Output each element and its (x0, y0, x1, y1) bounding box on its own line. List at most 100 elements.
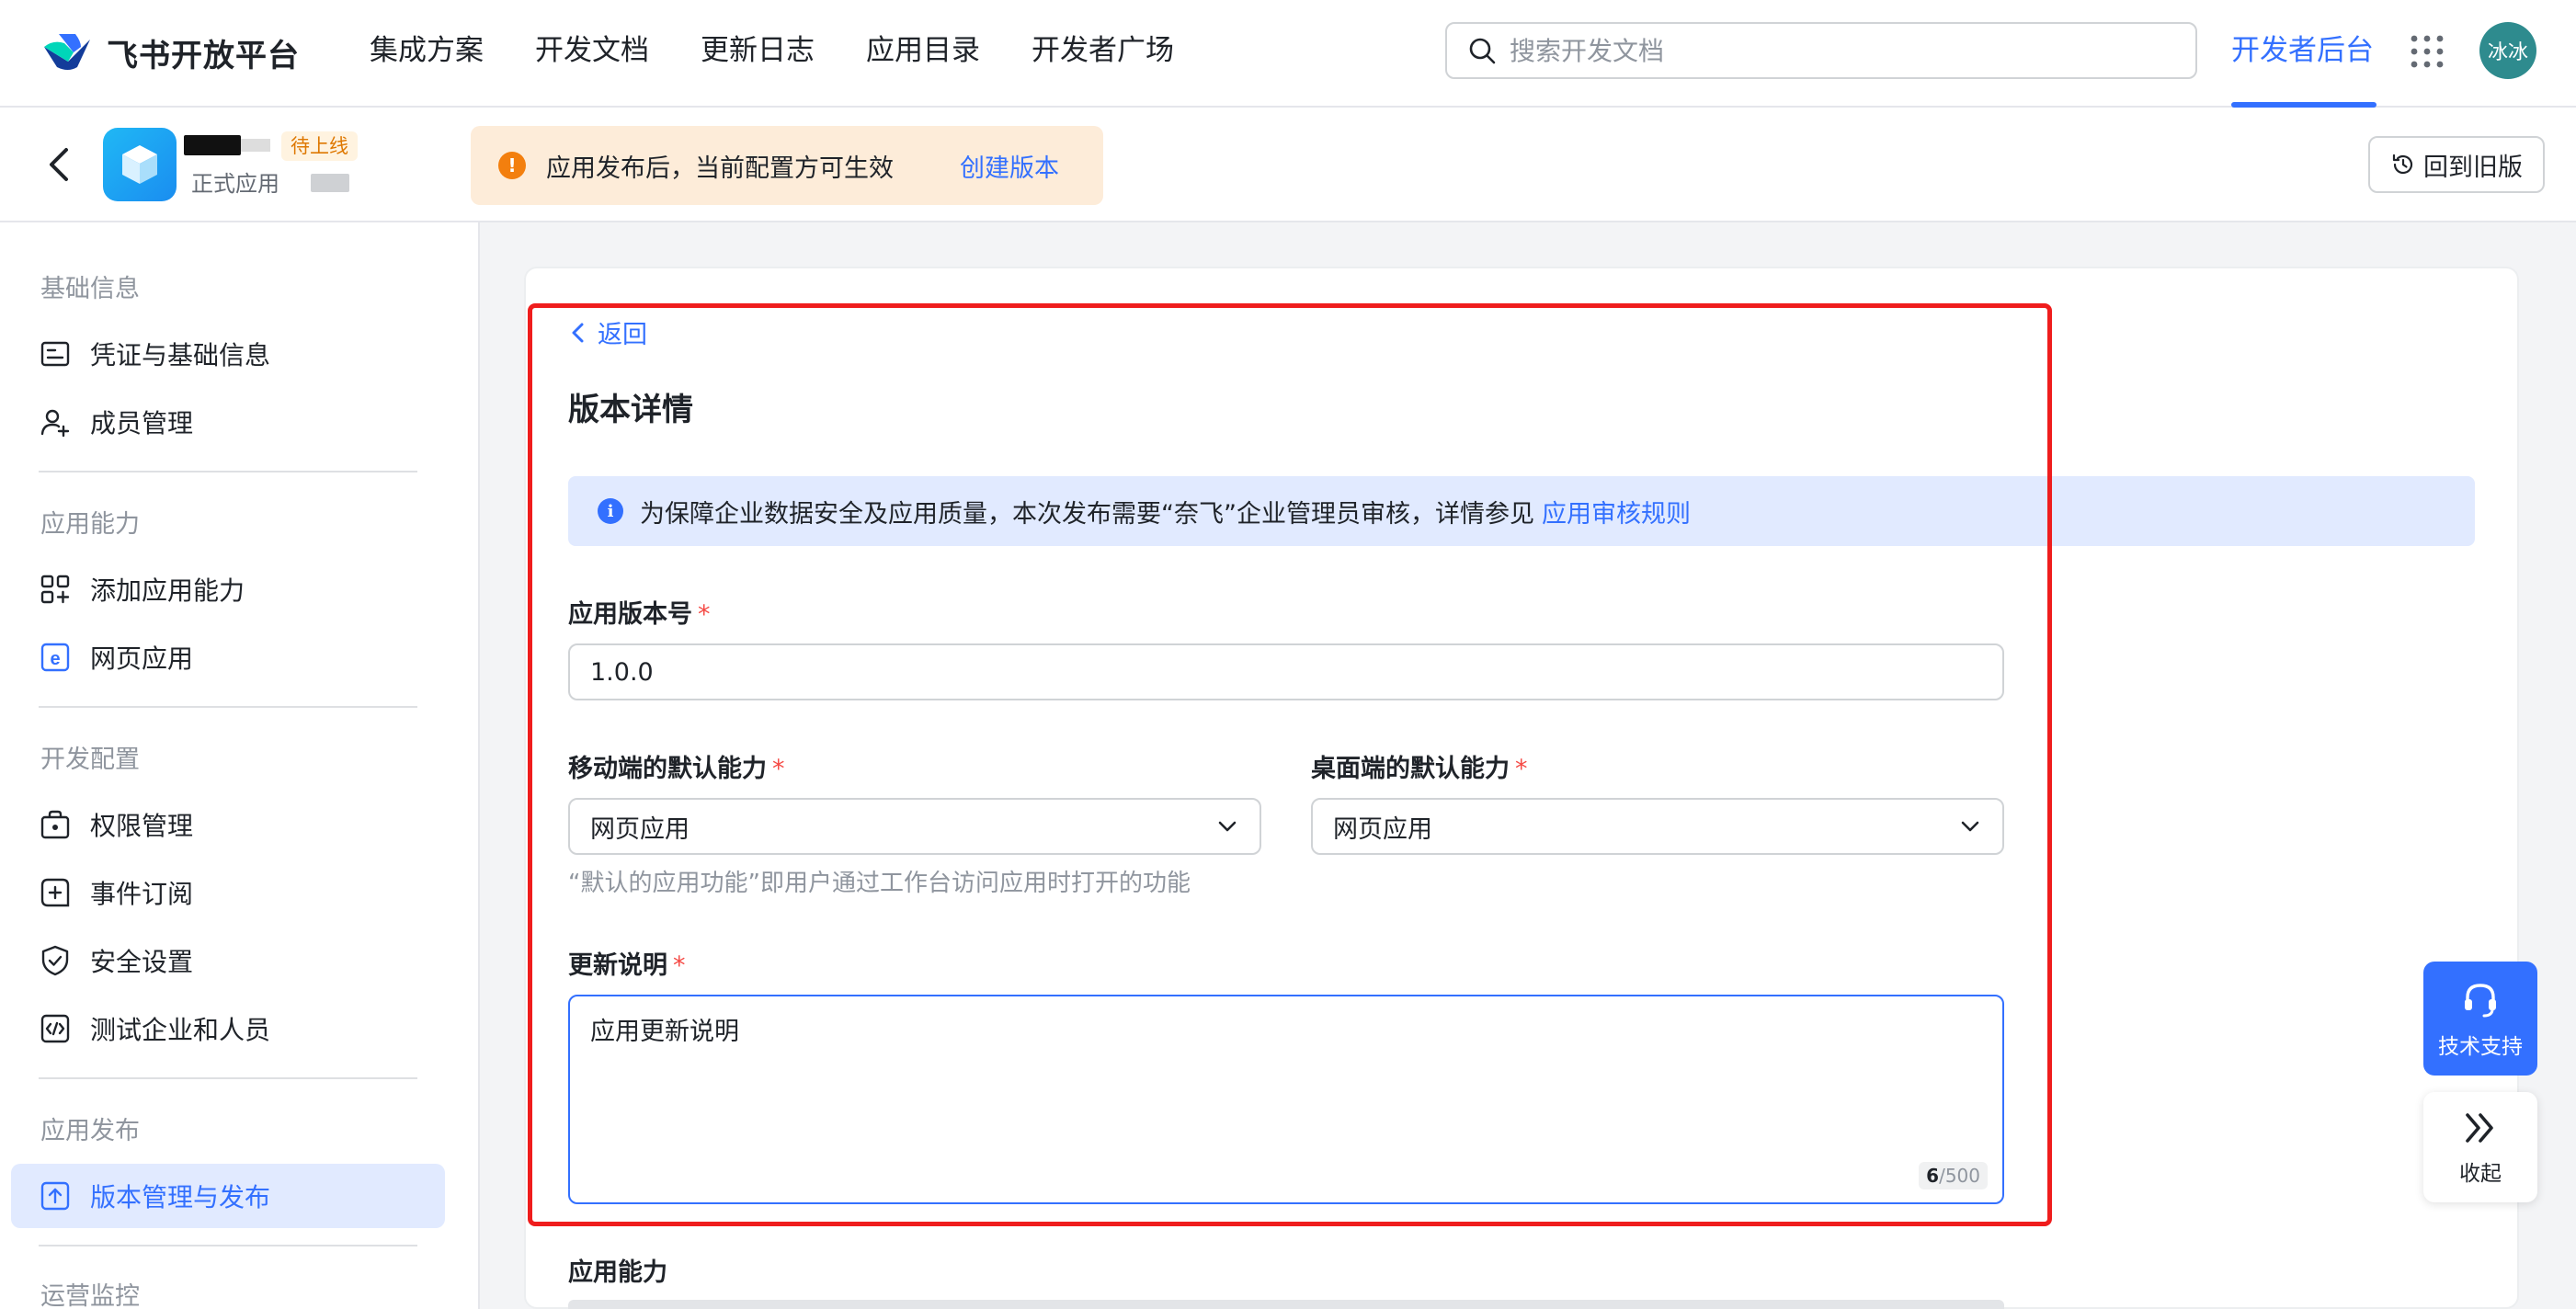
back-chevron-icon[interactable] (42, 144, 74, 185)
publish-notice: ! 应用发布后，当前配置方可生效 创建版本 (471, 126, 1103, 205)
history-icon (2392, 154, 2413, 175)
sidebar-item-version-publish[interactable]: 版本管理与发布 (11, 1164, 445, 1228)
required-mark: * (698, 600, 711, 629)
dev-console-link[interactable]: 开发者后台 (2231, 28, 2374, 74)
sidebar-item-events[interactable]: 事件订阅 (11, 862, 445, 923)
permission-icon (40, 810, 70, 839)
capability-table-top (568, 1300, 2004, 1309)
update-notes-label: 更新说明 * (568, 945, 686, 981)
nav-link-developer-square[interactable]: 开发者广场 (1032, 29, 1174, 72)
search-input[interactable] (1510, 35, 2171, 66)
double-chevron-right-icon (2466, 1113, 2493, 1143)
sidebar-item-label: 事件订阅 (90, 879, 194, 909)
sidebar-item-label: 权限管理 (90, 811, 194, 841)
cube-icon (122, 145, 157, 184)
chevron-left-icon (572, 323, 584, 342)
sidebar-section-monitoring: 运营监控 (40, 1282, 140, 1309)
desktop-default-select[interactable]: 网页应用 (1311, 798, 2004, 855)
mobile-default-label: 移动端的默认能力 * (568, 748, 785, 784)
nav-link-app-directory[interactable]: 应用目录 (866, 29, 980, 72)
primary-nav: 集成方案 开发文档 更新日志 应用目录 开发者广场 (370, 29, 1174, 72)
sidebar-item-test-org[interactable]: 测试企业和人员 (11, 998, 445, 1059)
app-name-redacted (184, 135, 241, 155)
sidebar-section-capabilities: 应用能力 (40, 510, 140, 539)
sidebar-item-credentials[interactable]: 凭证与基础信息 (11, 324, 445, 384)
nav-link-solutions[interactable]: 集成方案 (370, 29, 484, 72)
version-label-text: 应用版本号 (568, 600, 692, 629)
mobile-default-select[interactable]: 网页应用 (568, 798, 1261, 855)
brand-logo[interactable]: 飞书开放平台 (40, 28, 300, 77)
nav-link-changelog[interactable]: 更新日志 (701, 29, 815, 72)
sidebar-item-label: 安全设置 (90, 947, 194, 977)
info-text: 为保障企业数据安全及应用质量，本次发布需要“奈飞”企业管理员审核，详情参见 应用审… (640, 494, 1691, 529)
webapp-icon: e (40, 643, 70, 672)
review-info-banner: i 为保障企业数据安全及应用质量，本次发布需要“奈飞”企业管理员审核，详情参见应… (568, 476, 2475, 546)
sidebar-item-label: 成员管理 (90, 408, 194, 438)
app-name-redacted-tail (241, 139, 270, 152)
required-mark: * (1515, 755, 1528, 783)
sidebar-item-add-capability[interactable]: 添加应用能力 (11, 559, 445, 620)
sidebar: 基础信息 凭证与基础信息 成员管理 应用能力 添加应用能力 e 网页应用 开发配… (0, 222, 480, 1309)
sidebar-divider (39, 471, 417, 472)
member-add-icon (40, 409, 70, 438)
code-icon (40, 1014, 70, 1043)
sidebar-divider (39, 1077, 417, 1079)
version-field-label: 应用版本号 * (568, 594, 711, 630)
user-avatar[interactable]: 冰冰 (2479, 22, 2536, 79)
create-version-link[interactable]: 创建版本 (960, 148, 1059, 184)
event-icon (40, 878, 70, 907)
credential-icon (40, 341, 70, 367)
sidebar-section-dev-config: 开发配置 (40, 746, 140, 774)
desktop-label-text: 桌面端的默认能力 (1311, 755, 1510, 783)
sidebar-divider (39, 706, 417, 708)
app-icon (103, 128, 177, 201)
sidebar-item-permissions[interactable]: 权限管理 (11, 794, 445, 855)
back-link-label: 返回 (598, 321, 647, 349)
update-notes-textarea[interactable]: 应用更新说明 (590, 1011, 1969, 1149)
info-message: 为保障企业数据安全及应用质量，本次发布需要“奈飞”企业管理员审核，详情参见 (640, 499, 1534, 529)
tech-support-label: 技术支持 (2438, 1035, 2523, 1059)
sidebar-divider (39, 1245, 417, 1246)
sidebar-item-webapp[interactable]: e 网页应用 (11, 627, 445, 688)
sidebar-item-members[interactable]: 成员管理 (11, 392, 445, 452)
app-header: 待上线 正式应用 ! 应用发布后，当前配置方可生效 创建版本 回到旧版 (0, 108, 2576, 222)
app-id-redacted (311, 174, 349, 192)
char-count-current: 6 (1926, 1165, 1940, 1187)
sidebar-item-label: 添加应用能力 (90, 575, 245, 606)
required-mark: * (673, 951, 686, 980)
sidebar-item-label: 网页应用 (90, 643, 194, 674)
notice-text: 应用发布后，当前配置方可生效 (546, 154, 894, 183)
version-input[interactable] (568, 643, 2004, 700)
chevron-down-icon (1961, 821, 1979, 832)
search-icon (1469, 38, 1496, 64)
search-box[interactable] (1445, 22, 2197, 79)
back-to-old-version-label: 回到旧版 (2423, 153, 2523, 182)
mobile-default-value: 网页应用 (590, 814, 690, 844)
sidebar-item-label: 凭证与基础信息 (90, 340, 271, 370)
back-to-old-version-button[interactable]: 回到旧版 (2368, 136, 2545, 193)
collapse-label: 收起 (2459, 1162, 2502, 1186)
char-counter: 6/500 (1919, 1162, 1988, 1189)
feishu-logo-icon (44, 34, 90, 70)
desktop-default-label: 桌面端的默认能力 * (1311, 748, 1528, 784)
required-mark: * (772, 755, 785, 783)
app-grid-icon[interactable] (2409, 33, 2445, 70)
sidebar-section-publish: 应用发布 (40, 1117, 140, 1145)
char-count-max: /500 (1939, 1165, 1980, 1187)
chevron-down-icon (1218, 821, 1237, 832)
mobile-label-text: 移动端的默认能力 (568, 755, 767, 783)
app-type-label: 正式应用 (191, 171, 279, 197)
warning-icon: ! (498, 152, 526, 179)
add-capability-icon (40, 575, 70, 604)
info-icon: i (598, 498, 623, 524)
desktop-default-value: 网页应用 (1333, 814, 1432, 844)
collapse-button[interactable]: 收起 (2423, 1092, 2537, 1202)
sidebar-item-security[interactable]: 安全设置 (11, 930, 445, 991)
tech-support-button[interactable]: 技术支持 (2423, 962, 2537, 1076)
nav-link-docs[interactable]: 开发文档 (535, 29, 649, 72)
publish-icon (40, 1181, 70, 1211)
brand-name: 飞书开放平台 (107, 37, 300, 74)
back-link[interactable]: 返回 (568, 314, 647, 350)
page-title: 版本详情 (568, 392, 693, 428)
review-rules-link[interactable]: 应用审核规则 (1542, 500, 1691, 529)
